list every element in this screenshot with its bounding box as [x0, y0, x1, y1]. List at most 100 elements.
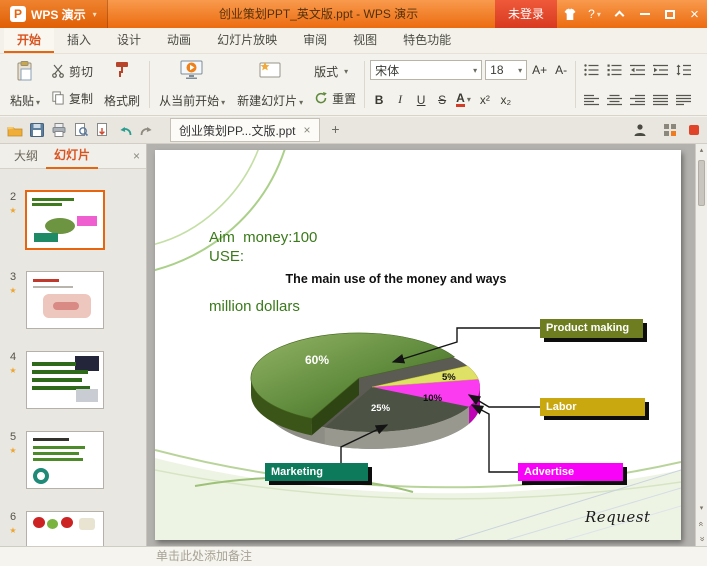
slides-tab[interactable]: 幻灯片: [46, 144, 99, 169]
bold-button[interactable]: B: [370, 90, 388, 109]
subscript-button[interactable]: x₂: [497, 90, 515, 109]
slide-thumbnail[interactable]: [26, 351, 104, 409]
font-color-button[interactable]: A ▾: [454, 90, 473, 109]
distribute-icon: [675, 94, 691, 105]
justify-button[interactable]: [650, 90, 670, 109]
skin-button[interactable]: [557, 0, 582, 28]
callout-advertise[interactable]: Advertise: [518, 463, 623, 481]
align-right-button[interactable]: [627, 90, 647, 109]
previous-slide-button[interactable]: «: [696, 517, 707, 531]
slide-thumbnail[interactable]: [26, 431, 104, 489]
slide-canvas[interactable]: Aim money:100 million dollars USE: The m…: [147, 144, 695, 546]
tab-animation[interactable]: 动画: [154, 28, 204, 53]
thumbnail-art: [47, 519, 58, 529]
help-button[interactable]: ? ▾: [582, 0, 607, 28]
wps-logo-icon: P: [10, 6, 26, 22]
tab-special-features[interactable]: 特色功能: [390, 28, 464, 53]
tab-home[interactable]: 开始: [4, 28, 55, 53]
thumbnail-art: [34, 233, 58, 242]
close-button[interactable]: ×: [682, 0, 707, 28]
format-painter-button[interactable]: 格式刷: [98, 57, 146, 112]
collapse-ribbon-button[interactable]: [607, 0, 632, 28]
thumbnail-art: [53, 302, 79, 310]
slide-thumbnail[interactable]: [25, 190, 105, 250]
request-text[interactable]: Request: [585, 508, 651, 526]
notes-placeholder[interactable]: 单击此处添加备注: [0, 546, 707, 566]
redo-button[interactable]: [136, 119, 158, 141]
document-tab[interactable]: 创业策划PP...文版.ppt ×: [170, 118, 320, 142]
tab-insert[interactable]: 插入: [54, 28, 104, 53]
bullets-button[interactable]: [581, 60, 601, 79]
reset-icon: [315, 92, 327, 104]
superscript-button[interactable]: x²: [476, 90, 494, 109]
thumbnail-art: [32, 362, 76, 366]
slide-thumbnail[interactable]: [26, 271, 104, 329]
outline-tab[interactable]: 大纲: [6, 145, 46, 168]
cut-button[interactable]: 剪切: [46, 60, 98, 82]
use-text-box[interactable]: USE:: [209, 248, 244, 265]
strikethrough-button[interactable]: S: [433, 90, 451, 109]
aim-line-1: Aim money:100: [209, 229, 318, 246]
numbering-button[interactable]: [604, 60, 624, 79]
undo-button[interactable]: [114, 119, 136, 141]
slide-2-editing-area[interactable]: Aim money:100 million dollars USE: The m…: [155, 150, 681, 540]
layout-button[interactable]: 版式 ▾: [309, 60, 361, 82]
close-document-icon[interactable]: ×: [303, 123, 310, 137]
dropdown-caret-icon: ▾: [221, 98, 226, 107]
minimize-button[interactable]: [632, 0, 657, 28]
callout-line-advertise: [470, 404, 518, 473]
grow-font-button[interactable]: A+: [530, 61, 549, 80]
save-button[interactable]: [26, 119, 48, 141]
close-panel-icon[interactable]: ×: [133, 149, 140, 163]
next-slide-button[interactable]: «: [696, 532, 707, 546]
tab-design[interactable]: 设计: [104, 28, 154, 53]
align-left-button[interactable]: [581, 90, 601, 109]
line-spacing-button[interactable]: [673, 60, 693, 79]
meeting-button[interactable]: [629, 119, 651, 141]
reset-button[interactable]: 重置: [309, 87, 361, 109]
tab-view[interactable]: 视图: [340, 28, 390, 53]
callout-marketing[interactable]: Marketing: [265, 463, 368, 481]
font-name-select[interactable]: 宋体 ▾: [370, 60, 483, 80]
distribute-button[interactable]: [673, 90, 693, 109]
double-chevron-up-icon: «: [696, 521, 707, 527]
underline-button[interactable]: U: [412, 90, 430, 109]
font-size-select[interactable]: 18 ▾: [485, 60, 528, 80]
tab-review[interactable]: 审阅: [290, 28, 340, 53]
open-button[interactable]: [4, 119, 26, 141]
app-menu-button[interactable]: P WPS 演示 ▾: [0, 0, 108, 28]
chart-title[interactable]: The main use of the money and ways: [251, 272, 541, 286]
increase-indent-button[interactable]: [650, 60, 670, 79]
maximize-button[interactable]: [657, 0, 682, 28]
notification-badge-icon[interactable]: [689, 125, 699, 135]
thumbnail-art: [76, 389, 98, 402]
paste-button[interactable]: 粘贴 ▾: [4, 57, 46, 112]
thumbnail-art: [33, 279, 59, 282]
scroll-up-button[interactable]: ▴: [696, 144, 707, 158]
document-tab-bar: 创业策划PP...文版.ppt × +: [0, 117, 707, 144]
scrollbar-thumb[interactable]: [698, 160, 705, 206]
new-document-tab-button[interactable]: +: [326, 120, 346, 140]
callout-labor[interactable]: Labor: [540, 398, 645, 416]
chevron-up-icon: [614, 10, 625, 21]
apps-button[interactable]: [659, 119, 681, 141]
export-button[interactable]: [92, 119, 114, 141]
slide-thumbnail[interactable]: [26, 511, 104, 546]
workspace: 大纲 幻灯片 × 2 ★ 3 ★ 4 ★ 5 ★ 6 ★ Aim money:1…: [0, 144, 707, 546]
italic-button[interactable]: I: [391, 90, 409, 109]
thumbnail-art: [45, 218, 75, 234]
scroll-down-button[interactable]: ▾: [696, 502, 707, 516]
shrink-font-button[interactable]: A-: [552, 61, 570, 80]
callout-product-making[interactable]: Product making: [540, 319, 643, 338]
new-slide-icon: [259, 62, 281, 78]
decrease-indent-button[interactable]: [627, 60, 647, 79]
vertical-scrollbar[interactable]: ▴ ▾ « «: [695, 144, 707, 546]
align-center-button[interactable]: [604, 90, 624, 109]
new-slide-button[interactable]: 新建幻灯片 ▾: [231, 57, 309, 112]
print-button[interactable]: [48, 119, 70, 141]
print-preview-button[interactable]: [70, 119, 92, 141]
copy-button[interactable]: 复制: [46, 87, 98, 109]
play-from-current-button[interactable]: 从当前开始 ▾: [153, 57, 231, 112]
tab-slideshow[interactable]: 幻灯片放映: [204, 28, 290, 53]
ribbon-tabs: 开始 插入 设计 动画 幻灯片放映 审阅 视图 特色功能: [0, 28, 707, 54]
